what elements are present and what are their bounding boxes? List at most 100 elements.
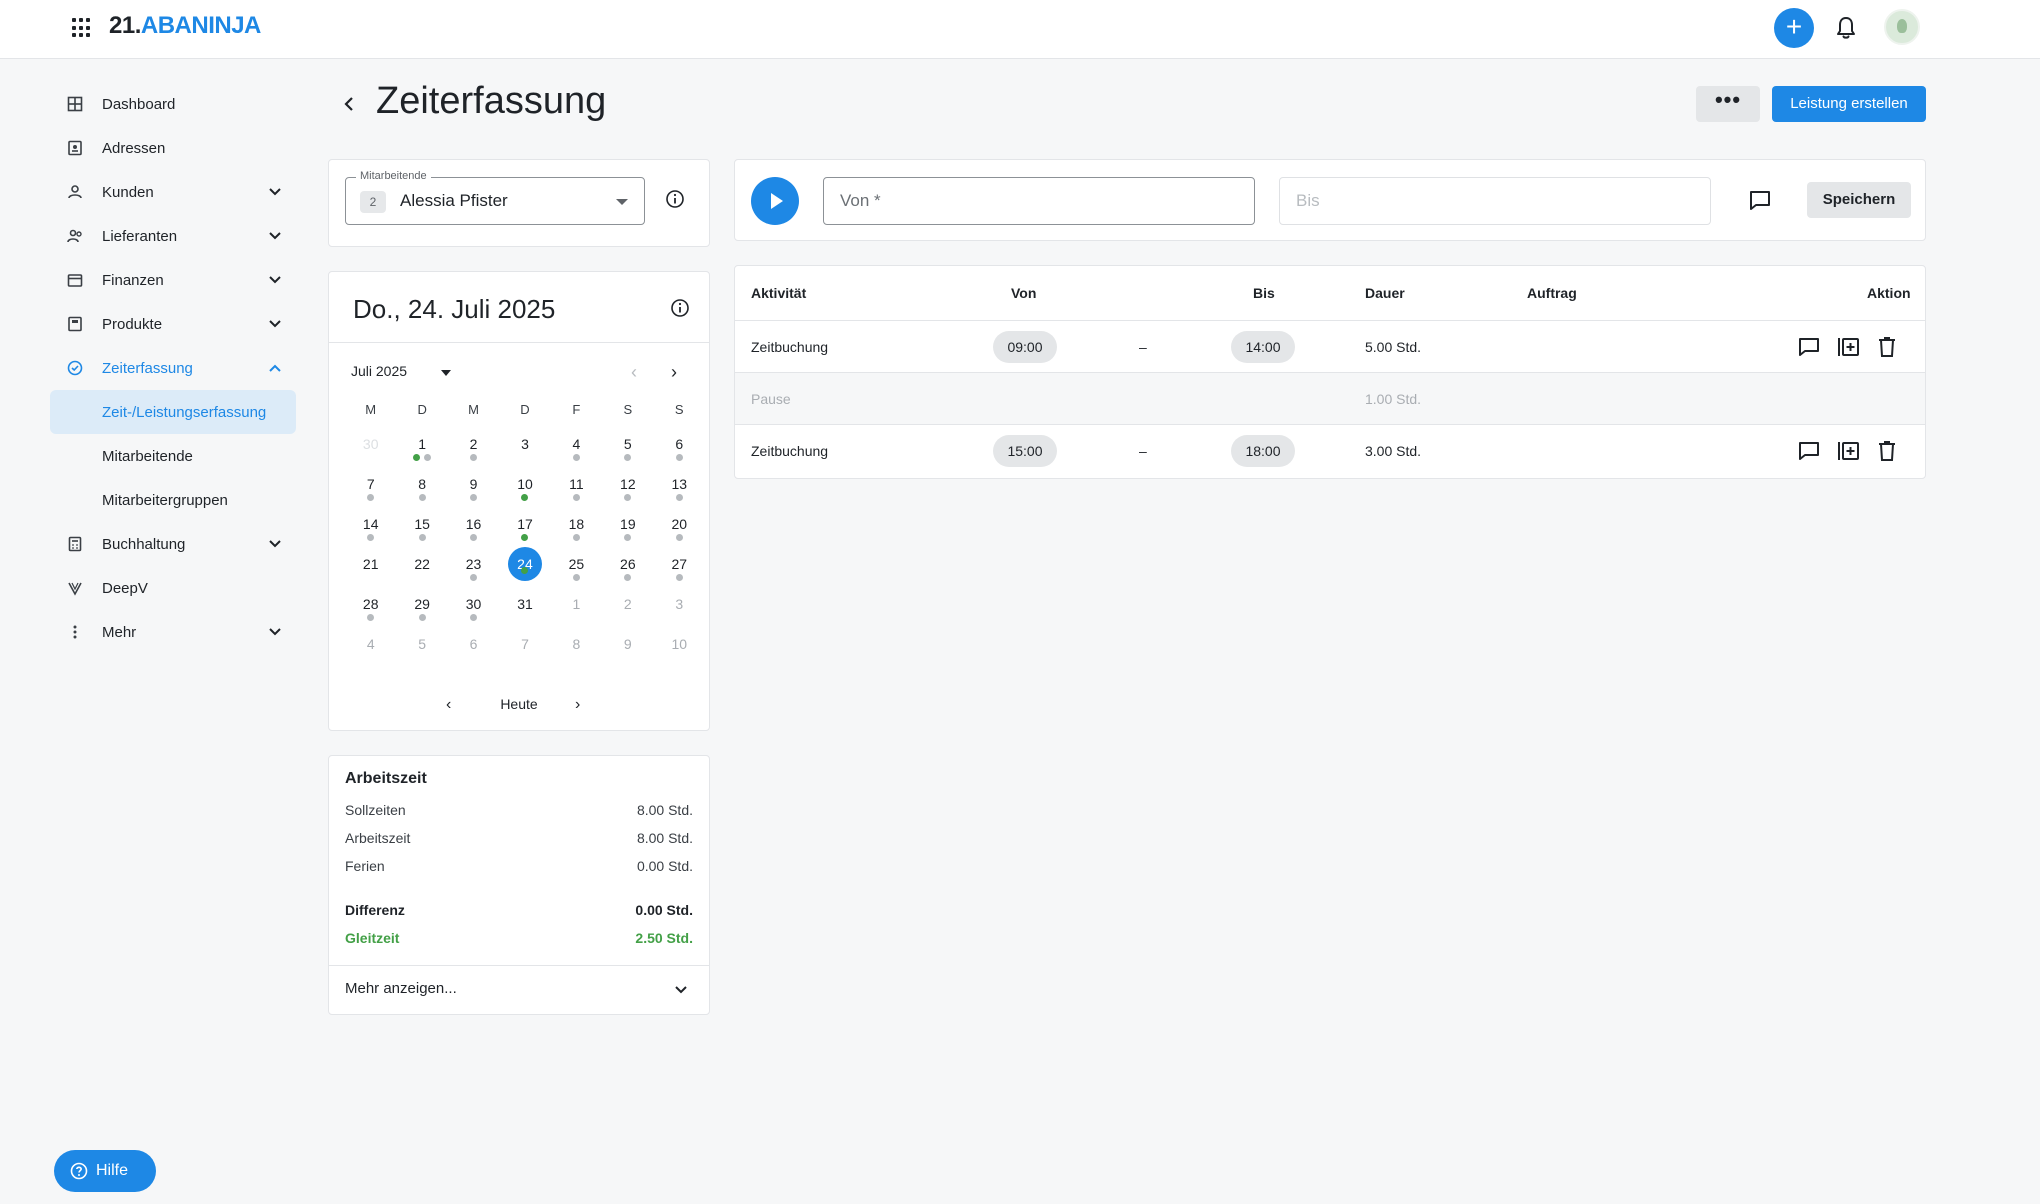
calendar-day[interactable]: 12 — [602, 474, 653, 514]
calendar-day[interactable]: 15 — [396, 514, 447, 554]
sidebar-item-zeiterfassung[interactable]: Zeiterfassung — [50, 346, 296, 390]
next-month-button[interactable]: › — [671, 362, 677, 383]
month-select[interactable]: Juli 2025 — [351, 363, 407, 379]
calendar-day[interactable]: 3 — [654, 594, 705, 634]
previous-day-button[interactable]: ‹ — [446, 696, 451, 714]
calendar-day[interactable]: 1 — [396, 434, 447, 474]
comment-icon[interactable] — [1747, 188, 1773, 214]
bis-time-input[interactable] — [1279, 177, 1711, 225]
calendar-day[interactable]: 26 — [602, 554, 653, 594]
calendar-day[interactable]: 25 — [551, 554, 602, 594]
calendar-day[interactable]: 7 — [345, 474, 396, 514]
split-entry-icon[interactable] — [1837, 439, 1861, 463]
sidebar-item-label: Adressen — [102, 139, 166, 157]
save-button[interactable]: Speichern — [1807, 182, 1911, 218]
calendar-day[interactable]: 11 — [551, 474, 602, 514]
bell-icon[interactable] — [1834, 15, 1858, 41]
calendar-day[interactable]: 30 — [448, 594, 499, 634]
chevron-down-icon[interactable] — [673, 982, 689, 998]
calendar-day[interactable]: 8 — [396, 474, 447, 514]
calendar-day[interactable]: 4 — [551, 434, 602, 474]
calendar-day[interactable]: 27 — [654, 554, 705, 594]
sidebar-item-produkte[interactable]: Produkte — [50, 302, 296, 346]
von-time-input[interactable] — [823, 177, 1255, 225]
help-button[interactable]: Hilfe — [54, 1150, 156, 1192]
sidebar-item-buchhaltung[interactable]: Buchhaltung — [50, 522, 296, 566]
start-time-pill[interactable]: 15:00 — [993, 435, 1057, 467]
start-time-pill[interactable]: 09:00 — [993, 330, 1057, 363]
calendar-day[interactable]: 29 — [396, 594, 447, 634]
calendar-day[interactable]: 6 — [448, 634, 499, 674]
calendar-day[interactable]: 10 — [654, 634, 705, 674]
end-time-pill[interactable]: 18:00 — [1231, 435, 1295, 467]
calendar-day[interactable]: 28 — [345, 594, 396, 634]
comment-icon[interactable] — [1797, 335, 1821, 359]
calendar-day[interactable]: 21 — [345, 554, 396, 594]
calendar-day[interactable]: 18 — [551, 514, 602, 554]
calendar-day[interactable]: 1 — [551, 594, 602, 634]
calendar-day[interactable]: 10 — [499, 474, 550, 514]
table-row[interactable]: Zeitbuchung 09:00 – 14:00 5.00 Std. — [735, 321, 1925, 373]
calendar-day[interactable]: 4 — [345, 634, 396, 674]
brand-logo[interactable]: 21.ABANINJA — [109, 12, 261, 40]
calendar-day[interactable]: 19 — [602, 514, 653, 554]
sidebar-item-adressen[interactable]: Adressen — [50, 126, 296, 170]
sidebar-item-dashboard[interactable]: Dashboard — [50, 82, 296, 126]
calendar-week: 4 5 6 7 8 9 10 — [345, 634, 705, 674]
comment-icon[interactable] — [1797, 439, 1821, 463]
sidebar-item-lieferanten[interactable]: Lieferanten — [50, 214, 296, 258]
sidebar-item-mehr[interactable]: Mehr — [50, 610, 296, 654]
sidebar-item-finanzen[interactable]: Finanzen — [50, 258, 296, 302]
previous-month-button[interactable]: ‹ — [631, 362, 637, 383]
calendar-day[interactable]: 8 — [551, 634, 602, 674]
calendar-day[interactable]: 22 — [396, 554, 447, 594]
calendar-day[interactable]: 9 — [602, 634, 653, 674]
duration-cell: 5.00 Std. — [1365, 338, 1422, 355]
calendar-day-selected[interactable]: 24 — [499, 547, 550, 594]
calendar-day[interactable]: 5 — [396, 634, 447, 674]
more-options-button[interactable]: ••• — [1696, 86, 1760, 122]
info-icon[interactable] — [670, 298, 690, 318]
split-entry-icon[interactable] — [1837, 335, 1861, 359]
sidebar-item-zeit-leistungserfassung[interactable]: Zeit-/Leistungserfassung — [50, 390, 296, 434]
trash-icon[interactable] — [1875, 335, 1899, 359]
weekday-header-row: M D M D F S S — [345, 402, 705, 434]
sidebar-item-mitarbeitende[interactable]: Mitarbeitende — [50, 434, 296, 478]
calendar-day[interactable]: 16 — [448, 514, 499, 554]
sidebar-item-mitarbeitergruppen[interactable]: Mitarbeitergruppen — [50, 478, 296, 522]
apps-grid-icon[interactable] — [72, 18, 92, 38]
trash-icon[interactable] — [1875, 439, 1899, 463]
today-button[interactable]: Heute — [500, 696, 537, 712]
show-more-toggle[interactable]: Mehr anzeigen... — [345, 980, 457, 997]
calendar-day[interactable]: 7 — [499, 634, 550, 674]
dropdown-caret-icon[interactable] — [441, 370, 451, 376]
sidebar-item-label: Zeiterfassung — [102, 359, 193, 377]
calendar-day[interactable]: 23 — [448, 554, 499, 594]
next-day-button[interactable]: › — [575, 696, 580, 714]
employee-name: Alessia Pfister — [400, 191, 508, 210]
calendar-day[interactable]: 5 — [602, 434, 653, 474]
create-service-button[interactable]: Leistung erstellen — [1772, 86, 1926, 122]
user-avatar[interactable] — [1884, 9, 1920, 45]
calendar-day[interactable]: 3 — [499, 434, 550, 474]
create-new-button[interactable]: + — [1774, 8, 1814, 48]
calendar-day[interactable]: 31 — [499, 594, 550, 634]
table-row[interactable]: Zeitbuchung 15:00 – 18:00 3.00 Std. — [735, 425, 1925, 477]
calendar-day[interactable]: 2 — [448, 434, 499, 474]
calendar-day[interactable]: 20 — [654, 514, 705, 554]
employee-select[interactable]: Mitarbeitende 2 Alessia Pfister — [345, 170, 645, 225]
calendar-day[interactable]: 30 — [345, 434, 396, 474]
sidebar-item-kunden[interactable]: Kunden — [50, 170, 296, 214]
column-header-bis: Bis — [1253, 285, 1275, 301]
calendar-day[interactable]: 9 — [448, 474, 499, 514]
end-time-pill[interactable]: 14:00 — [1231, 330, 1295, 363]
calendar-day[interactable]: 2 — [602, 594, 653, 634]
info-icon[interactable] — [665, 189, 685, 209]
start-timer-button[interactable] — [751, 177, 799, 225]
sidebar-item-deepv[interactable]: DeepV — [50, 566, 296, 610]
calendar-day[interactable]: 14 — [345, 514, 396, 554]
back-arrow-icon[interactable] — [340, 92, 358, 116]
weekday-label: D — [417, 402, 427, 417]
calendar-day[interactable]: 6 — [654, 434, 705, 474]
calendar-day[interactable]: 13 — [654, 474, 705, 514]
